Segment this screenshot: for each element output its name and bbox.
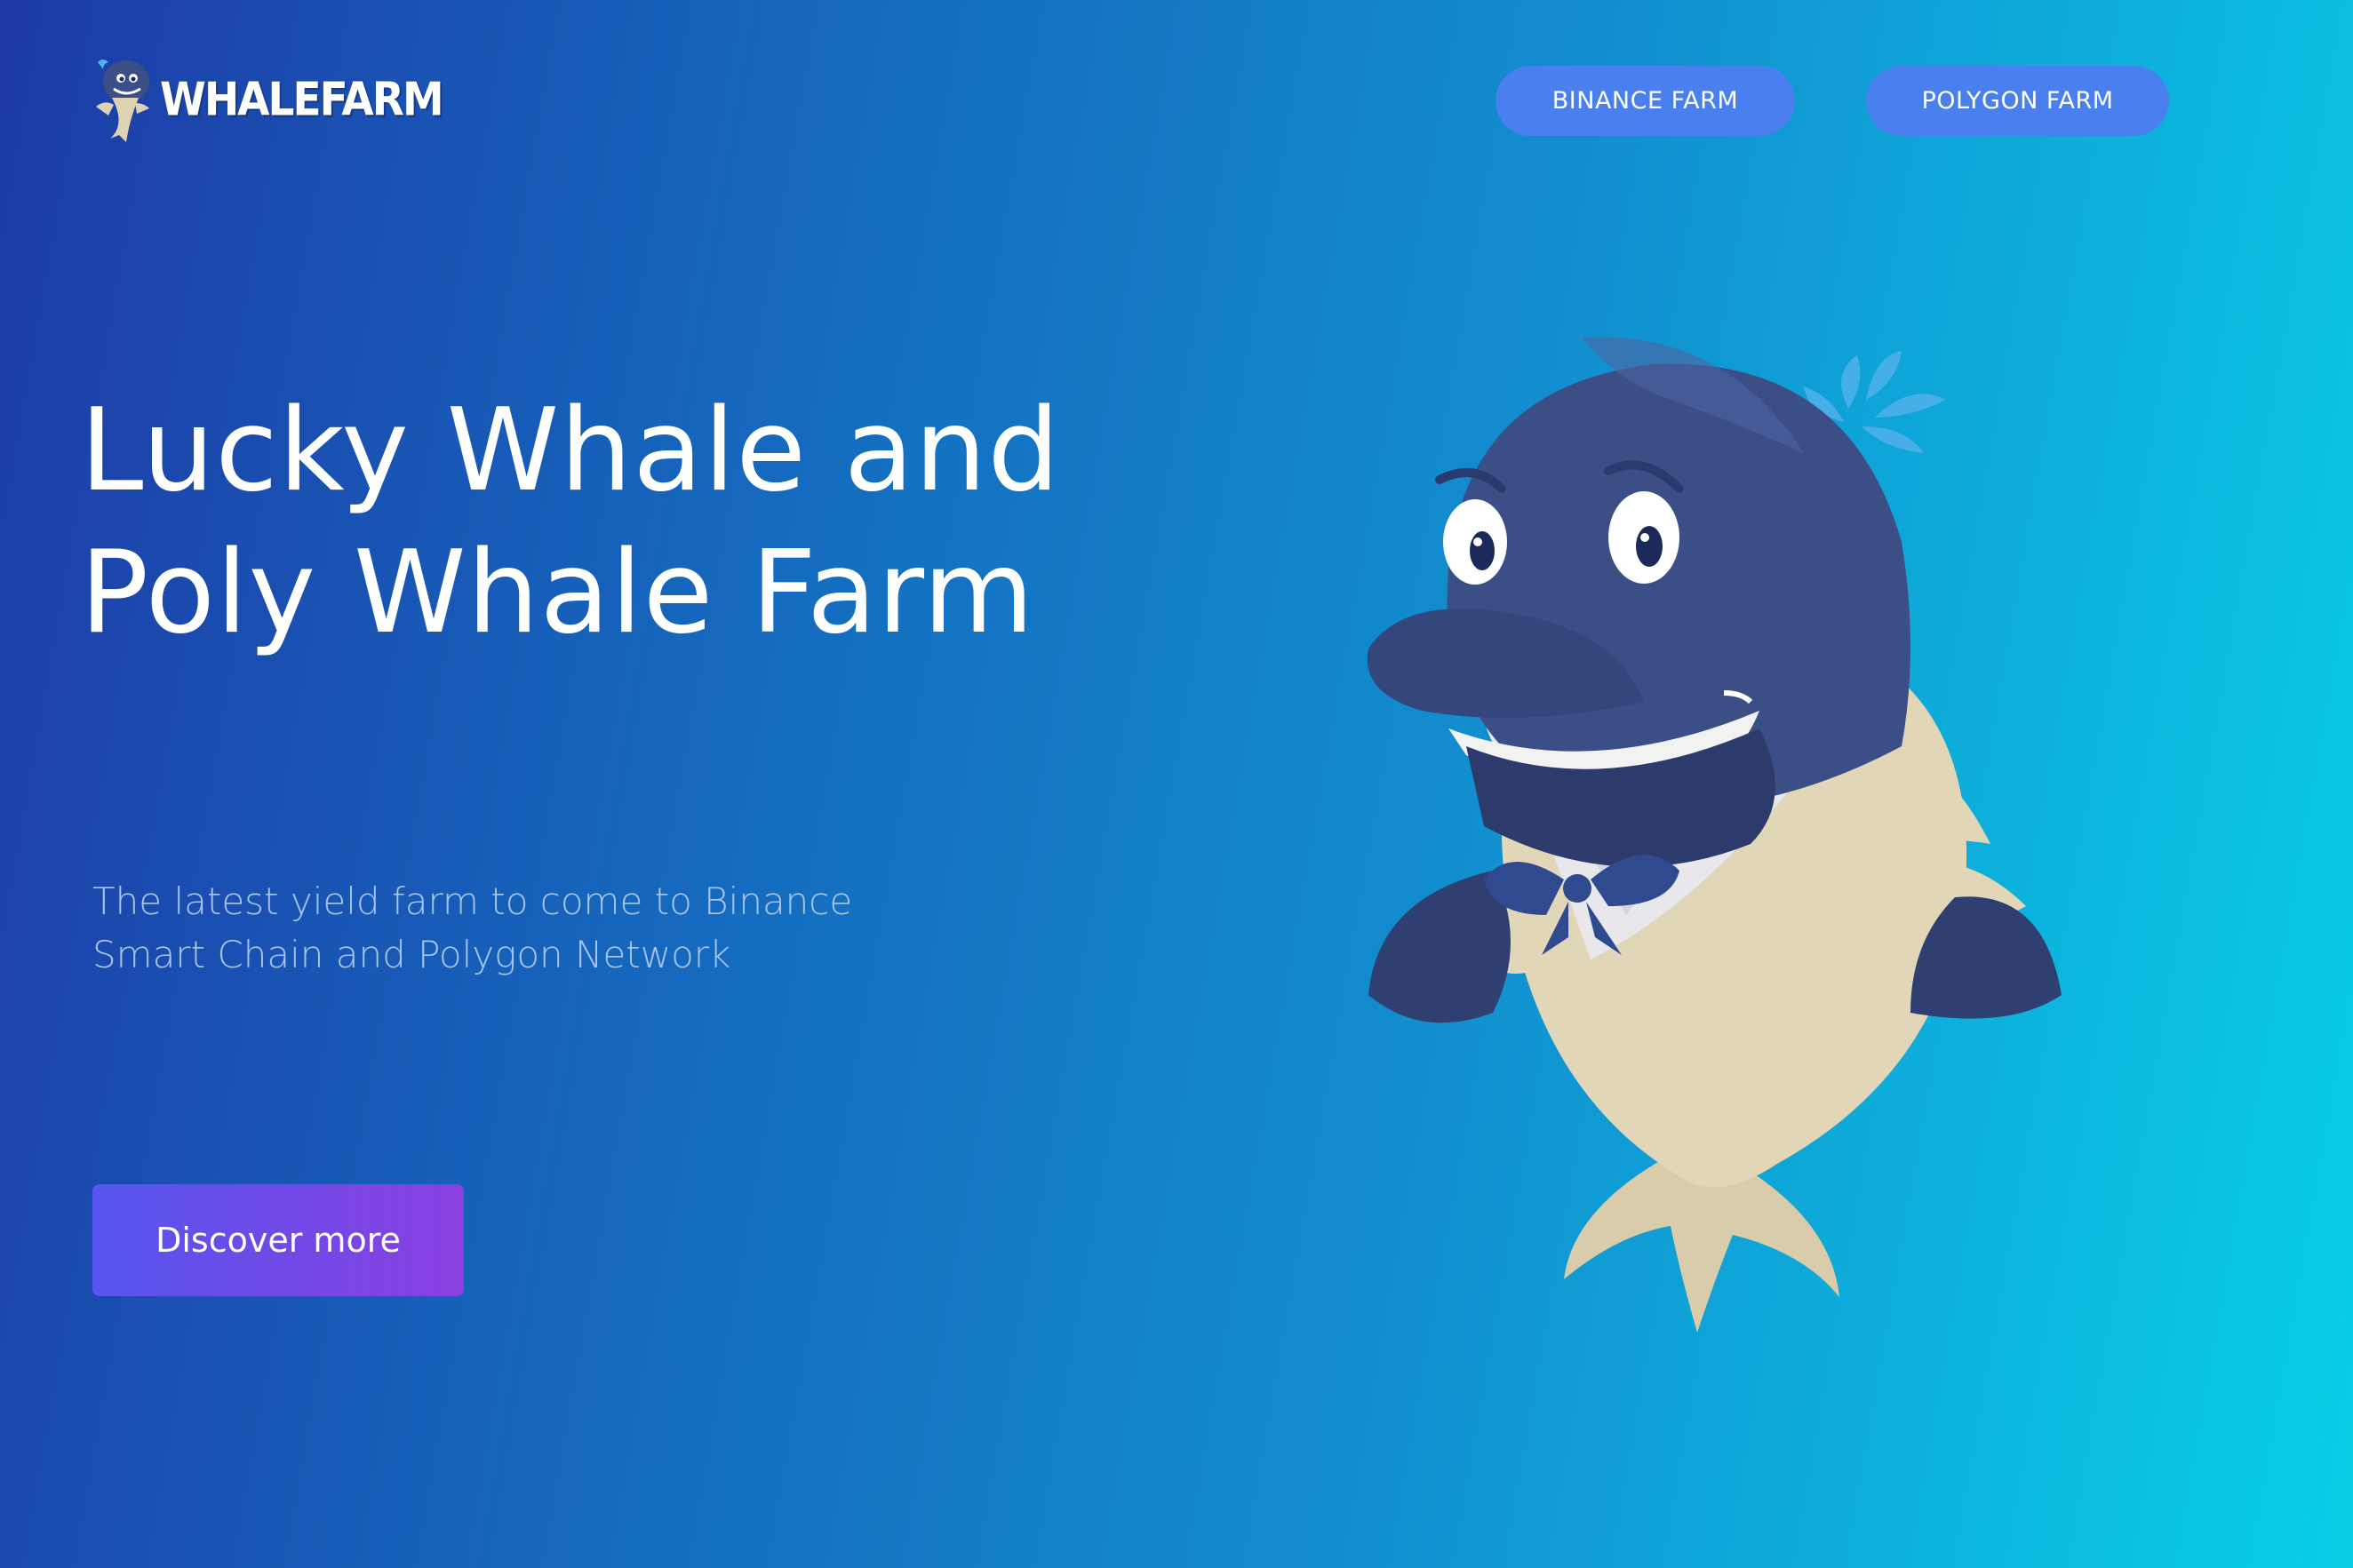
hero-title-line-2: Poly Whale Farm <box>80 527 1035 659</box>
hero-title: Lucky Whale and Poly Whale Farm <box>80 380 1146 665</box>
hero-subtitle: The latest yield farm to come to Binance… <box>92 875 892 982</box>
brand-name: WHALEFARM <box>160 72 444 127</box>
hero-title-line-1: Lucky Whale and <box>80 385 1061 517</box>
brand-logo[interactable]: WHALEFARM <box>89 55 444 144</box>
whale-mascot-illustration <box>1367 337 2062 1333</box>
hero-subtitle-line-2: Smart Chain and Polygon Network <box>92 933 731 976</box>
hero-subtitle-line-1: The latest yield farm to come to Binance <box>92 880 853 923</box>
polygon-farm-button[interactable]: POLYGON FARM <box>1866 66 2169 136</box>
discover-more-button[interactable]: Discover more <box>92 1184 464 1296</box>
binance-farm-button[interactable]: BINANCE FARM <box>1496 66 1795 136</box>
whale-logo-icon <box>96 60 149 142</box>
